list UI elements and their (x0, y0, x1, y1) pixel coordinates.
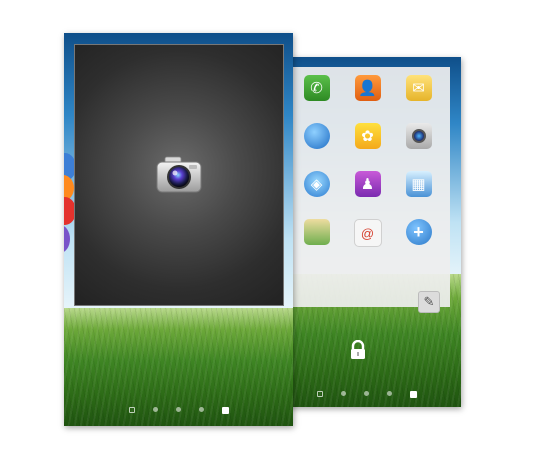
page-dot-active[interactable] (410, 391, 417, 398)
page-dot[interactable] (175, 407, 181, 412)
page-dot[interactable] (317, 391, 323, 397)
camera-icon[interactable] (155, 155, 203, 195)
back-screen-preview: ✆ 👤 ✉ ✿ ◈ ♟ ▦ @ + ✎ (273, 57, 461, 407)
page-dot-active[interactable] (221, 407, 229, 414)
page-dot[interactable] (152, 407, 158, 412)
gallery-app-icon[interactable]: ✿ (354, 123, 381, 149)
gmail-app-icon[interactable]: @ (353, 219, 382, 247)
maps-app-icon[interactable] (303, 219, 330, 245)
camera-widget[interactable] (74, 44, 284, 306)
photo-app-icon[interactable]: ▦ (405, 171, 432, 197)
email-app-icon[interactable]: ✉ (405, 75, 432, 101)
app-folder-panel: ✆ 👤 ✉ ✿ ◈ ♟ ▦ @ + ✎ (285, 67, 450, 313)
app-grid: ✆ 👤 ✉ ✿ ◈ ♟ ▦ @ + (291, 75, 444, 247)
lock-icon[interactable] (349, 340, 367, 360)
phone-app-icon[interactable]: ✆ (303, 75, 330, 101)
store-app-icon[interactable]: ♟ (354, 171, 381, 197)
camera-app-icon[interactable] (405, 123, 432, 149)
contacts-app-icon[interactable]: 👤 (354, 75, 381, 101)
page-indicator (64, 407, 293, 414)
add-app-icon[interactable]: + (405, 219, 432, 245)
front-screen-preview (64, 33, 293, 426)
internet-app-icon[interactable] (303, 123, 330, 149)
page-dot[interactable] (128, 407, 135, 413)
page-dot[interactable] (387, 391, 392, 396)
pencil-icon[interactable]: ✎ (418, 291, 440, 313)
page-indicator (273, 391, 461, 398)
page-dot[interactable] (364, 391, 369, 396)
apps-app-icon[interactable]: ◈ (303, 171, 330, 197)
page-dot[interactable] (198, 407, 204, 412)
camera-lens (411, 129, 426, 143)
page-dot[interactable] (341, 391, 346, 396)
